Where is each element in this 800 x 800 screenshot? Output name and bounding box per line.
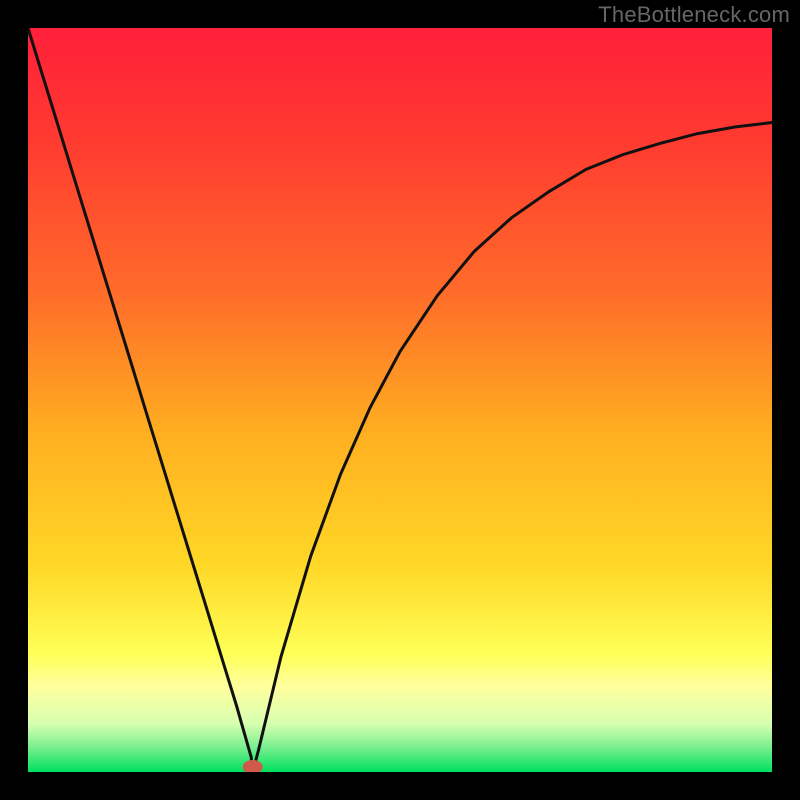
gradient-background [28,28,772,772]
plot-area [28,28,772,772]
watermark-text: TheBottleneck.com [598,2,790,28]
chart-frame: TheBottleneck.com [0,0,800,800]
plot-svg [28,28,772,772]
